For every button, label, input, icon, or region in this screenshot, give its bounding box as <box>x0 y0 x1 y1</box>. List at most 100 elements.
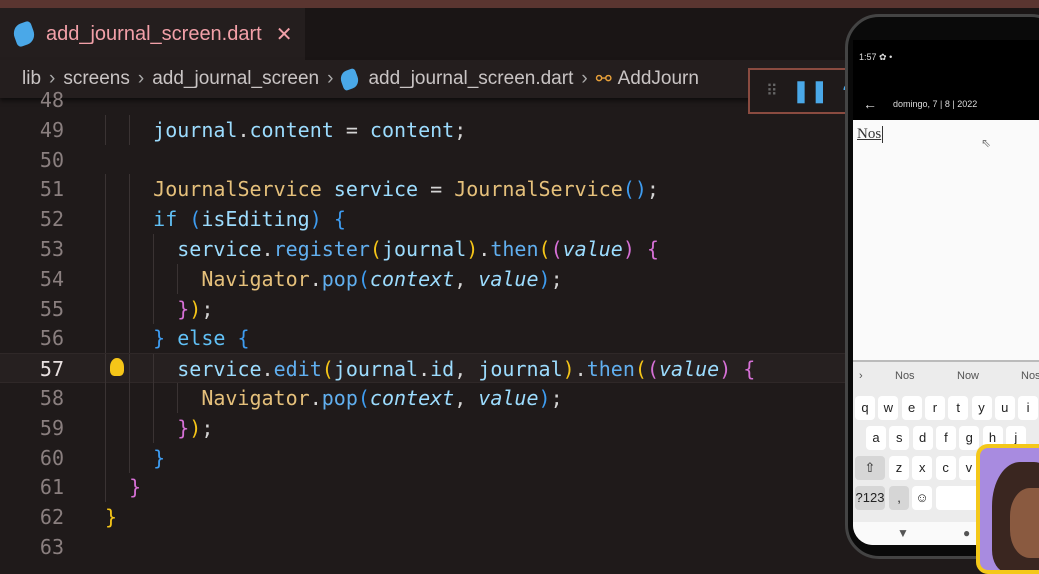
indent-guide <box>129 323 131 354</box>
back-arrow-icon[interactable]: ← <box>863 96 877 112</box>
code-line[interactable]: 54 Navigator.pop(context, value); <box>0 263 860 294</box>
code-text: if (isEditing) { <box>153 204 346 234</box>
journal-text-area[interactable]: Nos ⇖ <box>853 120 1039 360</box>
code-line[interactable]: 48 <box>0 85 860 115</box>
line-number: 55 <box>39 296 64 321</box>
shift-key[interactable]: ⇧ <box>855 456 885 480</box>
code-line[interactable]: 60} <box>0 442 860 473</box>
key[interactable]: r <box>924 396 945 420</box>
lightbulb-icon[interactable] <box>110 358 124 377</box>
close-icon[interactable]: ✕ <box>276 22 293 47</box>
code-token: then <box>490 237 539 261</box>
key[interactable]: c <box>935 456 956 480</box>
code-token: journal <box>153 117 238 142</box>
key[interactable]: u <box>994 396 1015 420</box>
line-number: 54 <box>39 266 64 291</box>
code-token: } <box>177 415 190 440</box>
line-number: 49 <box>39 117 64 142</box>
code-line[interactable]: 57 service.edit(journal.id, journal).then… <box>0 353 860 385</box>
code-token: pop <box>321 386 358 410</box>
line-number: 53 <box>39 237 64 261</box>
app-bar: ← domingo, 7 | 8 | 2022 <box>853 84 1039 124</box>
comma-key[interactable]: , <box>889 486 909 510</box>
code-token: service <box>177 237 262 261</box>
code-token: ) <box>189 296 202 321</box>
code-line[interactable]: 52 if (isEditing) { <box>0 204 860 235</box>
code-line[interactable]: 62} <box>0 502 860 532</box>
code-token: } <box>105 505 118 530</box>
code-line[interactable]: 55}); <box>0 293 860 324</box>
code-token: value <box>478 266 539 291</box>
code-line[interactable]: 58 Navigator.pop(context, value); <box>0 383 860 413</box>
home-nav-icon[interactable]: ● <box>963 526 970 540</box>
code-line[interactable]: 50 <box>0 145 860 175</box>
line-number: 60 <box>39 445 64 470</box>
emoji-key[interactable]: ☺ <box>912 486 932 510</box>
code-line[interactable]: 61} <box>0 472 860 503</box>
code-line[interactable]: 53 service.register(journal).then((value)… <box>0 234 860 264</box>
code-token: . <box>261 237 274 261</box>
code-token: . <box>574 357 587 382</box>
key[interactable]: a <box>866 426 886 450</box>
code-token: value <box>562 237 623 261</box>
code-token: ) <box>719 357 732 382</box>
code-token: ; <box>646 177 659 202</box>
code-token: } <box>153 445 166 470</box>
key[interactable]: x <box>912 456 933 480</box>
webcam-overlay <box>976 444 1039 574</box>
indent-guide <box>129 263 131 294</box>
back-nav-icon[interactable]: ▼ <box>897 526 909 540</box>
key[interactable]: d <box>912 426 933 450</box>
key[interactable]: g <box>959 426 980 450</box>
code-text: } <box>105 502 117 532</box>
suggestion[interactable]: Now <box>957 370 979 382</box>
key[interactable]: e <box>901 396 922 420</box>
key[interactable]: f <box>935 426 956 450</box>
indent-guide <box>153 234 155 264</box>
indent-guide <box>129 114 131 145</box>
code-token: . <box>309 266 322 291</box>
key[interactable]: q <box>855 396 875 420</box>
tab-add-journal-screen[interactable]: add_journal_screen.dart ✕ <box>0 8 305 60</box>
indent-guide <box>129 383 131 413</box>
suggestion[interactable]: Nos <box>895 370 915 382</box>
code-line[interactable]: 59}); <box>0 412 860 443</box>
code-token: , <box>454 357 479 382</box>
key[interactable]: y <box>971 396 992 420</box>
indent-guide <box>129 204 131 235</box>
code-token: . <box>309 386 322 410</box>
code-token: , <box>454 266 479 291</box>
indent-guide <box>105 323 106 354</box>
indent-guide <box>105 293 106 324</box>
indent-guide <box>153 412 155 443</box>
code-line[interactable]: 56} else { <box>0 323 860 354</box>
code-text: } <box>129 472 141 502</box>
code-token: ; <box>550 266 563 291</box>
key[interactable]: z <box>889 456 909 480</box>
code-line[interactable]: 63 <box>0 532 860 562</box>
code-line[interactable]: 51 JournalService service = JournalServic… <box>0 174 860 205</box>
key[interactable]: w <box>878 396 899 420</box>
suggestion[interactable]: Nos <box>1021 370 1039 382</box>
code-token: ) <box>538 386 551 410</box>
key[interactable]: t <box>948 396 969 420</box>
indent-guide <box>105 234 106 264</box>
code-text: service.register(journal).then((value) { <box>177 234 659 264</box>
code-token: id <box>430 357 455 382</box>
symbols-key[interactable]: ?123 <box>855 486 885 510</box>
code-token: context <box>369 386 455 410</box>
code-token: ) <box>562 357 575 382</box>
code-token: Navigator <box>201 266 310 291</box>
line-number: 58 <box>39 386 64 410</box>
expand-suggestions-icon[interactable]: › <box>859 370 863 382</box>
line-number: 62 <box>39 505 64 530</box>
key[interactable]: i <box>1018 396 1039 420</box>
key[interactable]: s <box>889 426 910 450</box>
code-token: service <box>177 357 262 382</box>
code-token: ( <box>634 357 647 382</box>
code-line[interactable]: 49 journal.content = content; <box>0 114 860 145</box>
code-token: content <box>369 117 455 142</box>
